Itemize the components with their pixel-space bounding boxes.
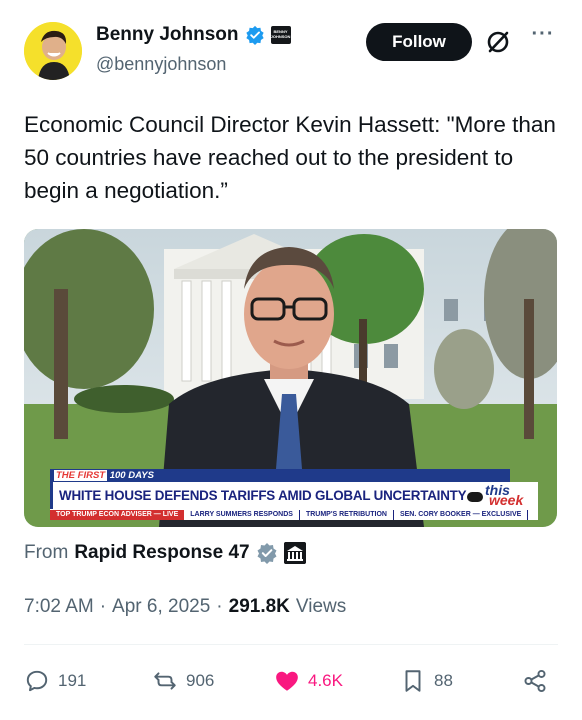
tweet-text: Economic Council Director Kevin Hassett:… <box>24 112 556 203</box>
grok-icon[interactable] <box>484 28 512 56</box>
chyron-days-label: 100 DAYS <box>109 470 154 481</box>
repost-icon <box>154 672 176 690</box>
chyron-first-label: THE FIRST <box>54 470 108 481</box>
display-name[interactable]: Benny Johnson <box>96 24 239 46</box>
chyron-headline: WHITE HOUSE DEFENDS TARIFFS AMID GLOBAL … <box>59 488 467 503</box>
tweet-time[interactable]: 7:02 AM <box>24 596 94 618</box>
meta-separator: · <box>216 596 223 617</box>
source-prefix: From <box>24 542 69 563</box>
affiliate-badge-icon[interactable]: BENNY JOHNSON <box>270 26 291 44</box>
video-media[interactable]: THE FIRST 100 DAYS WHITE HOUSE DEFENDS T… <box>24 229 557 527</box>
views-count[interactable]: 291.8K <box>229 596 290 618</box>
chyron-ticker: TOP TRUMP ECON ADVISER — LIVE LARRY SUMM… <box>50 509 538 520</box>
chyron-top-label: THE FIRST 100 DAYS <box>54 469 154 482</box>
tweet-header: Benny Johnson BENNY JOHNSON @bennyjohnso… <box>24 20 558 84</box>
ticker-item: LARRY SUMMERS RESPONDS <box>184 509 300 520</box>
action-bar: 191 906 4.6K 88 <box>24 668 558 700</box>
tweet-meta: 7:02 AM · Apr 6, 2025 · 291.8K Views <box>24 596 346 618</box>
reply-icon <box>26 670 48 692</box>
source-verified-badge-icon <box>257 543 277 564</box>
source-name[interactable]: Rapid Response 47 <box>74 542 249 564</box>
ticker-item: SEN. CORY BOOKER — EXCLUSIVE <box>394 509 529 520</box>
abc-logo-icon <box>467 492 483 502</box>
chyron-top-bar: THE FIRST 100 DAYS <box>50 469 510 482</box>
meta-separator: · <box>99 596 107 617</box>
share-icon <box>524 669 546 693</box>
chyron-headline-bar: WHITE HOUSE DEFENDS TARIFFS AMID GLOBAL … <box>50 482 538 509</box>
tweet-date[interactable]: Apr 6, 2025 <box>112 596 210 618</box>
handle[interactable]: @bennyjohnson <box>96 54 226 75</box>
source-affiliate-icon[interactable] <box>283 542 306 564</box>
logo-week: week <box>489 492 524 508</box>
heart-icon <box>276 671 298 691</box>
reply-count: 191 <box>58 671 87 690</box>
divider <box>24 644 558 645</box>
this-week-logo: this week <box>465 482 539 508</box>
ticker-item: TRUMP'S RETRIBUTION <box>300 509 394 520</box>
bookmark-icon <box>405 670 421 692</box>
like-count: 4.6K <box>308 671 343 690</box>
verified-badge-icon <box>245 25 264 45</box>
like-button[interactable]: 4.6K <box>274 668 343 694</box>
views-label: Views <box>295 596 347 617</box>
bookmark-count: 88 <box>434 671 453 690</box>
reply-button[interactable]: 191 <box>24 668 86 694</box>
video-source: From Rapid Response 47 <box>24 542 306 564</box>
repost-button[interactable]: 906 <box>152 668 214 694</box>
name-row: Benny Johnson BENNY JOHNSON <box>96 24 291 46</box>
share-button[interactable] <box>522 668 548 694</box>
more-options-icon[interactable]: ··· <box>530 24 556 50</box>
repost-count: 906 <box>186 671 215 690</box>
follow-button[interactable]: Follow <box>366 23 472 61</box>
bookmark-button[interactable]: 88 <box>400 668 453 694</box>
ticker-item: TOP TRUMP ECON ADVISER — LIVE <box>50 509 185 520</box>
avatar[interactable] <box>24 22 82 80</box>
